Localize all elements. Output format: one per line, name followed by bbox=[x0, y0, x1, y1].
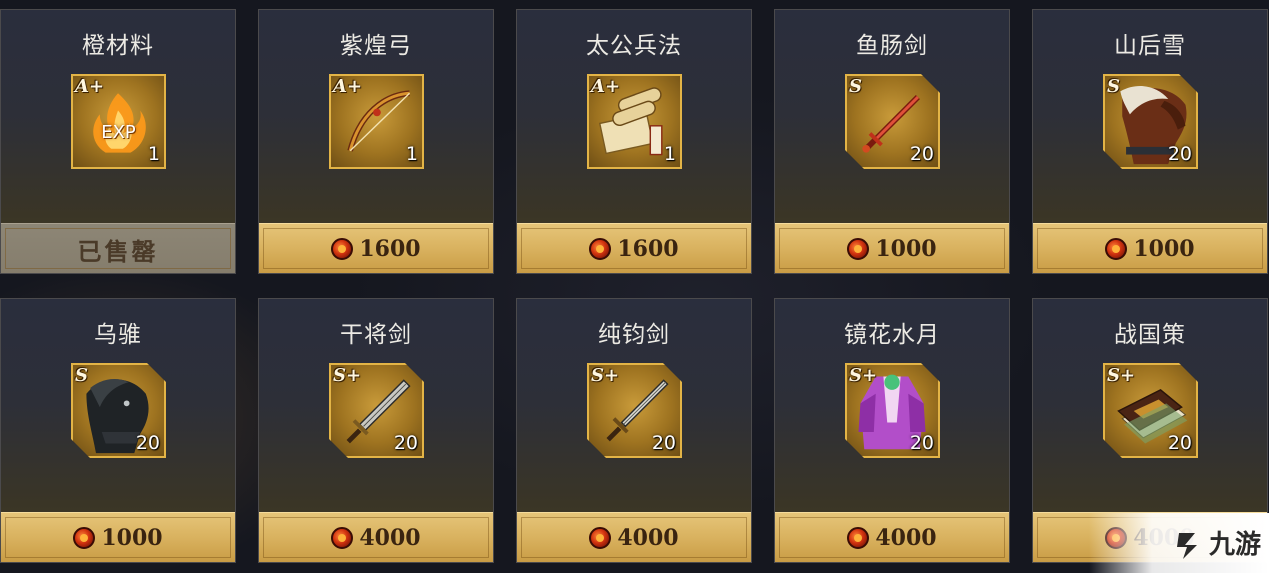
item-icon-frame[interactable]: S+ 20 bbox=[587, 363, 682, 458]
currency-coin-icon bbox=[847, 527, 870, 549]
item-quantity: 20 bbox=[651, 432, 676, 454]
grade-badge: S bbox=[849, 76, 862, 97]
grade-badge: S+ bbox=[333, 365, 362, 386]
item-name: 镜花水月 bbox=[844, 322, 940, 348]
shop-card[interactable]: 干将剑 S+ 20 4000 bbox=[258, 298, 494, 563]
item-quantity: 1 bbox=[405, 143, 418, 165]
item-quantity: 20 bbox=[393, 432, 418, 454]
item-icon-frame[interactable]: S 20 bbox=[1103, 74, 1198, 169]
item-icon-frame[interactable]: S+ 20 bbox=[845, 363, 940, 458]
buy-price-button[interactable]: 1600 bbox=[259, 223, 493, 273]
price-value: 1600 bbox=[617, 236, 679, 262]
grade-badge: A+ bbox=[75, 76, 105, 97]
currency-coin-icon bbox=[331, 238, 354, 260]
shop-card[interactable]: 乌骓 S 20 1000 bbox=[0, 298, 236, 563]
watermark-text: 九游 bbox=[1208, 530, 1261, 560]
grade-badge: S+ bbox=[591, 365, 620, 386]
item-name: 纯钧剑 bbox=[598, 322, 670, 348]
currency-coin-icon bbox=[73, 527, 96, 549]
price-value: 1000 bbox=[875, 236, 937, 262]
item-icon-frame[interactable]: S+ 20 bbox=[329, 363, 424, 458]
grade-badge: A+ bbox=[591, 76, 621, 97]
price-value: 1600 bbox=[359, 236, 421, 262]
item-icon-frame[interactable]: S+ 20 bbox=[1103, 363, 1198, 458]
item-icon-frame[interactable]: S 20 bbox=[71, 363, 166, 458]
buy-price-button[interactable]: 1000 bbox=[1033, 223, 1267, 273]
shop-card[interactable]: 镜花水月 S+ 20 4000 bbox=[774, 298, 1010, 563]
item-quantity: 20 bbox=[909, 432, 934, 454]
item-name: 紫煌弓 bbox=[340, 33, 412, 59]
buy-price-button[interactable]: 4000 bbox=[259, 512, 493, 562]
item-name: 鱼肠剑 bbox=[856, 33, 928, 59]
sold-out-label: 已售罄 bbox=[77, 236, 159, 266]
item-name: 战国策 bbox=[1114, 322, 1186, 348]
shop-card[interactable]: 鱼肠剑 S 20 1000 bbox=[774, 9, 1010, 274]
item-quantity: 20 bbox=[1167, 432, 1192, 454]
item-icon-frame[interactable]: S 20 bbox=[845, 74, 940, 169]
grade-badge: S bbox=[75, 365, 88, 386]
site-watermark: 九游 bbox=[1089, 513, 1269, 573]
exp-label: EXP bbox=[101, 122, 136, 143]
watermark-logo-icon bbox=[1177, 533, 1197, 559]
grade-badge: S bbox=[1107, 76, 1120, 97]
grade-badge: A+ bbox=[333, 76, 363, 97]
price-value: 1000 bbox=[101, 525, 163, 551]
price-value: 4000 bbox=[359, 525, 421, 551]
buy-price-button[interactable]: 4000 bbox=[775, 512, 1009, 562]
currency-coin-icon bbox=[589, 238, 612, 260]
shop-card[interactable]: 太公兵法 A+ 1 1600 bbox=[516, 9, 752, 274]
buy-price-button[interactable]: 1600 bbox=[517, 223, 751, 273]
currency-coin-icon bbox=[847, 238, 870, 260]
grade-badge: S+ bbox=[849, 365, 878, 386]
buy-price-button[interactable]: 1000 bbox=[775, 223, 1009, 273]
grade-badge: S+ bbox=[1107, 365, 1136, 386]
item-icon-frame[interactable]: A+ 1 bbox=[329, 74, 424, 169]
price-value: 4000 bbox=[617, 525, 679, 551]
item-name: 山后雪 bbox=[1114, 33, 1186, 59]
item-name: 橙材料 bbox=[82, 33, 154, 59]
item-quantity: 20 bbox=[135, 432, 160, 454]
item-name: 乌骓 bbox=[94, 322, 142, 348]
item-quantity: 1 bbox=[147, 143, 160, 165]
item-quantity: 20 bbox=[909, 143, 934, 165]
item-quantity: 1 bbox=[663, 143, 676, 165]
price-value: 1000 bbox=[1133, 236, 1195, 262]
item-name: 干将剑 bbox=[340, 322, 412, 348]
currency-coin-icon bbox=[331, 527, 354, 549]
buy-price-button[interactable]: 1000 bbox=[1, 512, 235, 562]
price-value: 4000 bbox=[875, 525, 937, 551]
item-quantity: 20 bbox=[1167, 143, 1192, 165]
sold-out-bar: 已售罄 bbox=[1, 223, 235, 273]
item-icon-frame[interactable]: EXP A+ 1 bbox=[71, 74, 166, 169]
currency-coin-icon bbox=[589, 527, 612, 549]
buy-price-button[interactable]: 4000 bbox=[517, 512, 751, 562]
shop-card[interactable]: 纯钧剑 S+ 20 4000 bbox=[516, 298, 752, 563]
shop-card[interactable]: 橙材料 EXP A+ 1 已售罄 bbox=[0, 9, 236, 274]
item-name: 太公兵法 bbox=[586, 33, 682, 59]
shop-card[interactable]: 山后雪 S 20 1000 bbox=[1032, 9, 1268, 274]
shop-card[interactable]: 紫煌弓 A+ 1 1600 bbox=[258, 9, 494, 274]
currency-coin-icon bbox=[1105, 238, 1128, 260]
item-icon-frame[interactable]: A+ 1 bbox=[587, 74, 682, 169]
